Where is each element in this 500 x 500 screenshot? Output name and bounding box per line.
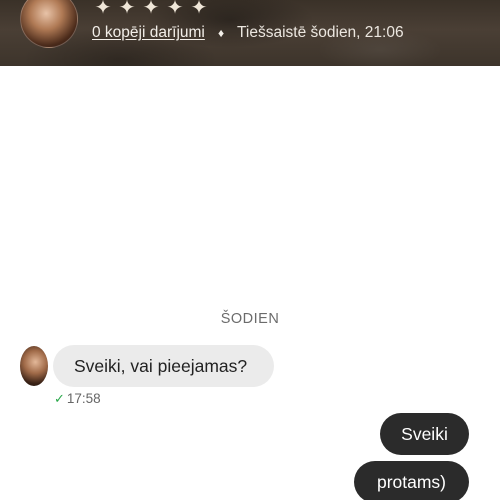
day-separator: ŠODIEN xyxy=(220,311,280,327)
diamond-separator-icon: ♦ xyxy=(218,26,225,40)
seller-avatar[interactable] xyxy=(20,0,78,48)
message-time: 17:58 xyxy=(66,391,101,406)
rating-stars: ✦ ✦ ✦ ✦ ✦ xyxy=(92,0,210,19)
rating-star-icon: ✦ xyxy=(118,0,136,19)
rating-star-icon: ✦ xyxy=(190,0,208,19)
outgoing-message-bubble: Sveiki xyxy=(380,413,469,455)
incoming-message-meta: ✓ 17:58 xyxy=(54,391,101,407)
online-status: Tiešsaistē šodien, 21:06 xyxy=(237,24,404,41)
profile-header: ✦ ✦ ✦ ✦ ✦ 0 kopēji darījumi ♦ Tiešsaistē… xyxy=(0,0,500,66)
rating-star-icon: ✦ xyxy=(94,0,112,19)
sender-avatar[interactable] xyxy=(20,346,48,386)
delivered-check-icon: ✓ xyxy=(54,391,65,406)
common-trades-link[interactable]: 0 kopēji darījumi xyxy=(92,24,205,42)
outgoing-message-bubble: protams) xyxy=(354,461,469,500)
incoming-message-bubble: Sveiki, vai pieejamas? xyxy=(53,345,274,387)
rating-star-icon: ✦ xyxy=(166,0,184,19)
rating-star-icon: ✦ xyxy=(142,0,160,19)
